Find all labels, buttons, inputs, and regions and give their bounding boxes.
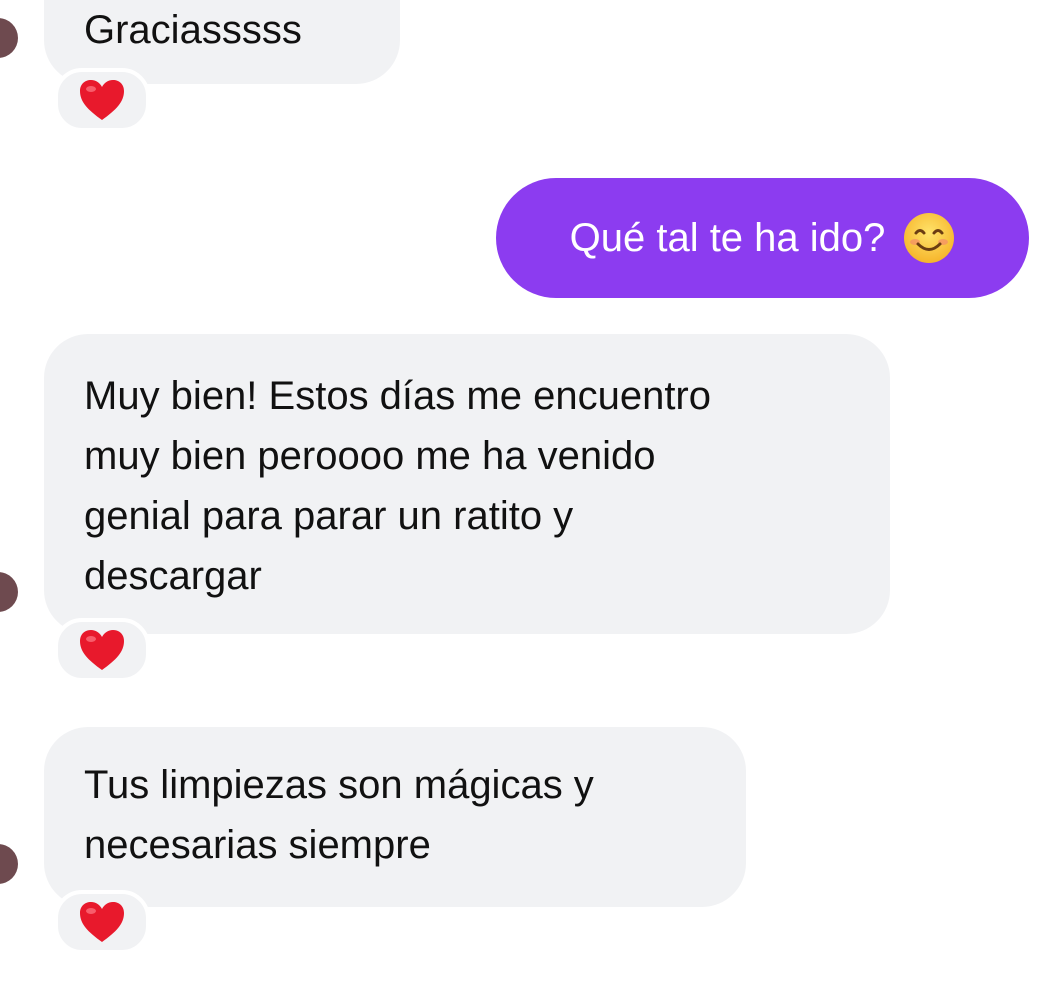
message-text-line: Tus limpiezas son mágicas y — [84, 763, 594, 807]
heart-icon — [80, 630, 124, 670]
incoming-message-bubble[interactable]: Tus limpiezas son mágicas y necesarias s… — [44, 727, 746, 907]
reaction-badge[interactable] — [54, 68, 150, 132]
message-text: Qué tal te ha ido? — [569, 216, 886, 260]
sender-avatar[interactable] — [0, 18, 18, 58]
message-text-line: genial para parar un ratito y — [84, 494, 574, 538]
sender-avatar[interactable] — [0, 844, 18, 884]
message-text-line: muy bien peroooo me ha venido — [84, 434, 656, 478]
heart-icon — [80, 902, 124, 942]
incoming-message-bubble[interactable]: Muy bien! Estos días me encuentro muy bi… — [44, 334, 890, 634]
heart-icon — [80, 80, 124, 120]
message-text-line: Muy bien! Estos días me encuentro — [84, 374, 711, 418]
smiling-face-icon — [904, 213, 955, 263]
reaction-badge[interactable] — [54, 618, 150, 682]
message-text-line: descargar — [84, 554, 262, 598]
sender-avatar[interactable] — [0, 572, 18, 612]
message-text: Graciasssss — [84, 8, 302, 52]
reaction-badge[interactable] — [54, 890, 150, 954]
outgoing-message-bubble[interactable]: Qué tal te ha ido? — [496, 178, 1029, 298]
message-text-line: necesarias siempre — [84, 823, 431, 867]
